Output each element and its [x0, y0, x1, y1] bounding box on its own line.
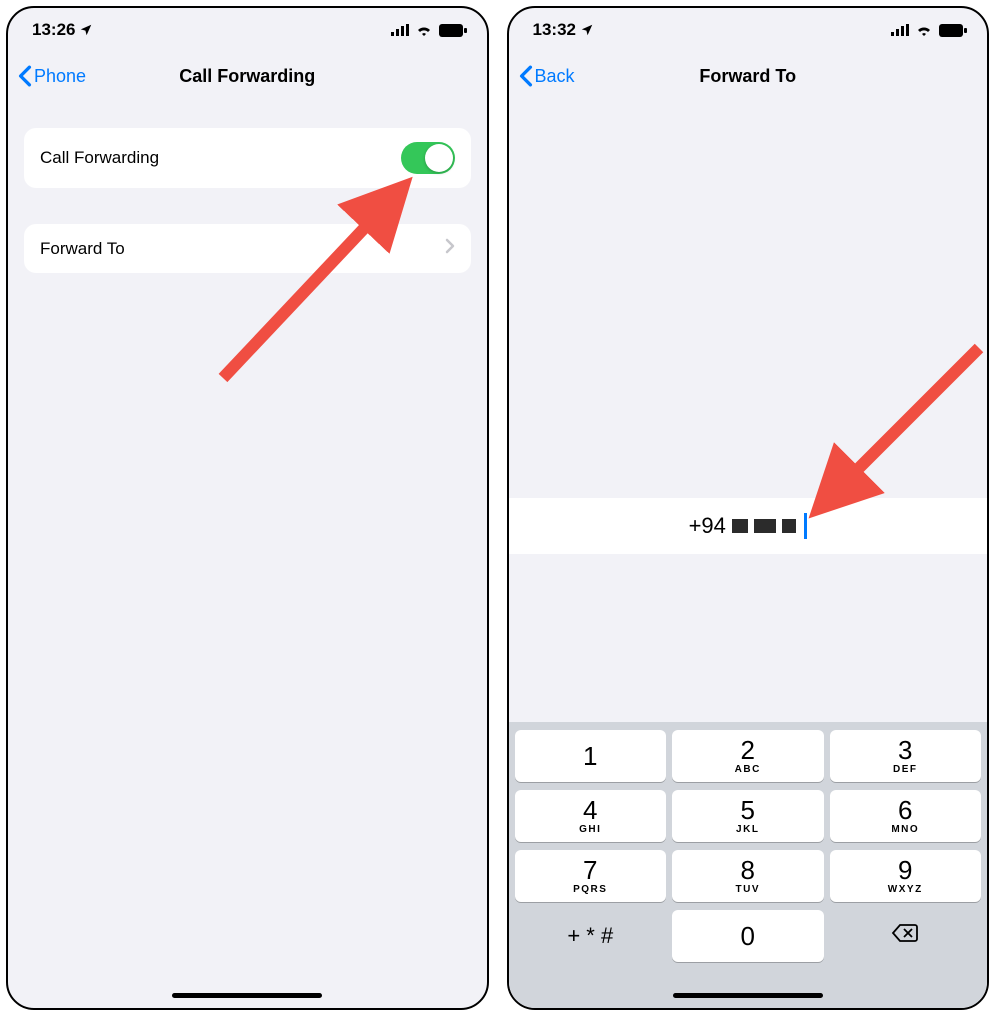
- wifi-icon: [915, 24, 933, 36]
- key-5[interactable]: 5JKL: [672, 790, 824, 842]
- key-2[interactable]: 2ABC: [672, 730, 824, 782]
- home-indicator[interactable]: [673, 993, 823, 998]
- numeric-keypad: 1 2ABC 3DEF 4GHI 5JKL 6MNO 7PQRS 8TUV 9W…: [509, 722, 988, 1008]
- wifi-icon: [415, 24, 433, 36]
- key-1[interactable]: 1: [515, 730, 667, 782]
- battery-icon: [939, 24, 967, 37]
- number-prefix: +94: [689, 513, 726, 539]
- forward-to-row[interactable]: Forward To: [24, 224, 471, 273]
- redacted-digits: [732, 519, 748, 533]
- status-bar: 13:32: [509, 8, 988, 52]
- battery-icon: [439, 24, 467, 37]
- status-time: 13:26: [32, 20, 75, 40]
- phone-right: 13:32 Back Forward To +94: [507, 6, 990, 1010]
- key-backspace[interactable]: [830, 910, 982, 962]
- location-icon: [79, 23, 93, 37]
- chevron-left-icon: [519, 65, 533, 87]
- phone-left: 13:26 Phone Call Forwarding Call: [6, 6, 489, 1010]
- key-4[interactable]: 4GHI: [515, 790, 667, 842]
- chevron-right-icon: [445, 238, 455, 259]
- status-time: 13:32: [533, 20, 576, 40]
- redacted-digits: [782, 519, 796, 533]
- call-forwarding-row[interactable]: Call Forwarding: [24, 128, 471, 188]
- key-7[interactable]: 7PQRS: [515, 850, 667, 902]
- back-label: Back: [535, 66, 575, 87]
- nav-bar: Phone Call Forwarding: [8, 52, 487, 100]
- back-label: Phone: [34, 66, 86, 87]
- call-forwarding-toggle[interactable]: [401, 142, 455, 174]
- phone-number-input[interactable]: +94: [509, 498, 988, 554]
- key-9[interactable]: 9WXYZ: [830, 850, 982, 902]
- call-forwarding-label: Call Forwarding: [40, 148, 159, 168]
- key-3[interactable]: 3DEF: [830, 730, 982, 782]
- location-icon: [580, 23, 594, 37]
- cellular-icon: [391, 24, 409, 36]
- forward-to-label: Forward To: [40, 239, 125, 259]
- back-button[interactable]: Phone: [18, 65, 86, 87]
- home-indicator[interactable]: [172, 993, 322, 998]
- key-0[interactable]: 0: [672, 910, 824, 962]
- status-bar: 13:26: [8, 8, 487, 52]
- nav-bar: Back Forward To: [509, 52, 988, 100]
- chevron-left-icon: [18, 65, 32, 87]
- key-symbols[interactable]: + * #: [515, 910, 667, 962]
- page-title: Forward To: [509, 66, 988, 87]
- text-cursor: [804, 513, 807, 539]
- backspace-icon: [891, 923, 919, 949]
- key-8[interactable]: 8TUV: [672, 850, 824, 902]
- key-6[interactable]: 6MNO: [830, 790, 982, 842]
- redacted-digits: [754, 519, 776, 533]
- back-button[interactable]: Back: [519, 65, 575, 87]
- cellular-icon: [891, 24, 909, 36]
